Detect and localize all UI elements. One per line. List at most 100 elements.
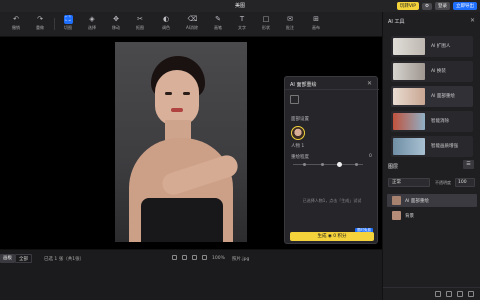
tool-cutout[interactable]: ✂ 抠图 [128,15,152,35]
photo-eye [183,92,190,95]
eraser-icon: ⌫ [187,15,198,23]
brush-icon: ✎ [215,15,221,23]
grid-icon[interactable] [202,255,207,260]
tool-label: 画布 [312,25,320,30]
face-select-icon[interactable] [290,95,299,104]
tool-label: 画笔 [214,25,222,30]
ai-tools-title: AI 工具 [388,19,405,25]
ai-tool-expand[interactable]: AI 扩图人 [391,36,473,57]
crop-icon: ⛶ [63,15,73,24]
tool-select[interactable]: ◈ 选择 [80,15,104,35]
photo-face [155,70,199,126]
layer-thumbnail [392,211,401,220]
undo-icon: ↶ [13,15,19,23]
tool-canvas[interactable]: ⊞ 画布 [304,15,328,35]
copy-layer-icon[interactable] [446,291,452,297]
tool-label: 抠图 [136,25,144,30]
ai-tool-thumbnail [393,138,425,155]
text-icon: T [239,15,245,23]
dialog-hint: 已选择人物1，点击「生成」试试 [302,198,362,203]
fit-icon[interactable] [192,255,197,260]
strength-slider[interactable] [293,162,363,167]
layer-thumbnail [392,196,401,205]
ai-tool-thumbnail [393,38,425,55]
layer-label: AI 面部重绘 [405,198,429,204]
opacity-input[interactable]: 100 [455,178,475,187]
tool-label: 形状 [262,25,270,30]
settings-icon[interactable]: ⚙ [421,2,432,10]
slider-tick [303,163,306,166]
login-button[interactable]: 登录 [435,2,450,10]
title-bar: 美图 玩转VIP ⚙ 登录 立即导出 [0,0,480,12]
canvas-icon: ⊞ [313,15,319,23]
tool-label: 切图 [64,25,72,30]
toolbar-divider [54,18,55,30]
ai-tool-label: AI 换装 [431,69,446,74]
add-layer-icon[interactable] [435,291,441,297]
tool-crop[interactable]: ⛶ 切图 [56,15,80,35]
generate-button[interactable]: 生成 ◉ 0 积分 [290,232,374,241]
tool-label: 文字 [238,25,246,30]
strength-label: 重绘程度 [291,155,309,160]
tool-label: 选择 [88,25,96,30]
close-panel-icon[interactable]: ✕ [470,17,475,24]
tool-redo[interactable]: ↷ 重做 [28,15,52,35]
ai-tool-label: 智能消除 [431,119,449,124]
ai-tool-label: 智能画质增强 [431,144,458,149]
portrait-photo[interactable] [115,42,247,242]
ai-tool-erase[interactable]: 智能消除 [391,111,473,132]
blend-mode-select[interactable]: 正常 [388,178,430,187]
tab-all[interactable]: 全部 [15,254,32,263]
layers-title: 图层 [388,164,399,170]
redo-icon: ↷ [37,15,43,23]
selection-status: 已选 1 张（共1张） [44,257,85,262]
tool-label: AI消除 [186,25,198,30]
opacity-label: 不透明度 [435,180,451,185]
next-icon[interactable] [182,255,187,260]
tool-text[interactable]: T 文字 [230,15,254,35]
select-icon: ◈ [89,15,95,23]
palette-icon: ◐ [162,15,170,23]
tool-shape[interactable]: □ 形状 [254,15,278,35]
cutout-icon: ✂ [137,15,143,23]
tool-label: 撤销 [12,25,20,30]
ai-tool-thumbnail [393,88,425,105]
tool-color[interactable]: ◐ 调色 [154,15,178,35]
strength-max: 0 [369,154,372,159]
dialog-divider [285,89,379,90]
tool-comment[interactable]: ✉ 批注 [278,15,302,35]
ai-tool-enhance[interactable]: 智能画质增强 [391,136,473,157]
title-bar-actions: 玩转VIP ⚙ 登录 立即导出 [396,1,477,11]
tool-label: 批注 [286,25,294,30]
tool-brush[interactable]: ✎ 画笔 [206,15,230,35]
delete-layer-icon[interactable] [468,291,474,297]
move-icon: ✥ [113,15,119,23]
person-avatar[interactable] [291,126,305,140]
photo-eye [165,92,172,95]
tool-move[interactable]: ✥ 移动 [104,15,128,35]
ai-tool-label: AI 扩图人 [431,44,451,49]
folder-icon[interactable] [457,291,463,297]
tool-undo[interactable]: ↶ 撤销 [4,15,28,35]
tab-artboard[interactable]: 画板 [0,254,15,263]
ai-tool-face-redraw[interactable]: AI 面部重绘 [391,86,473,107]
file-name: 照片.jpg [232,257,250,262]
tool-label: 调色 [162,25,170,30]
tool-label: 重做 [36,25,44,30]
ai-tool-outfit[interactable]: AI 换装 [391,61,473,82]
slider-tick [321,163,324,166]
prev-icon[interactable] [172,255,177,260]
person-label: 人物 1 [291,144,305,149]
layers-menu-icon[interactable]: ☰ [463,160,474,169]
close-icon[interactable]: ✕ [367,80,372,87]
ai-face-dialog: AI 面部重绘 ✕ 面部设置 人物 1 重绘程度 0 已选择人物1，点击「生成」… [284,76,379,244]
export-button[interactable]: 立即导出 [453,2,477,10]
vip-button[interactable]: 玩转VIP [396,2,419,10]
shape-icon: □ [262,15,270,23]
slider-thumb[interactable] [337,162,342,167]
layer-item[interactable]: AI 面部重绘 [387,194,477,207]
layer-label: 背景 [405,213,414,219]
layer-item[interactable]: 背景 [387,209,477,222]
tool-ai-erase[interactable]: ⌫ AI消除 [180,15,204,35]
layers-footer [383,287,480,300]
